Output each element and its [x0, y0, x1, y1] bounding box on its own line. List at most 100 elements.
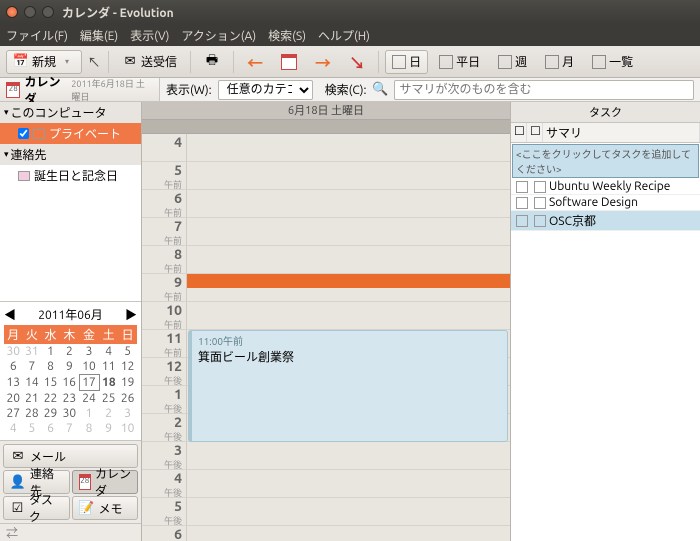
- minical-day[interactable]: 9: [60, 359, 79, 375]
- hour-row[interactable]: 4午後: [142, 470, 510, 498]
- minical-day[interactable]: 21: [23, 391, 42, 407]
- view-list-button[interactable]: 一覧: [585, 50, 640, 74]
- tree-item-private[interactable]: プライベート: [0, 123, 141, 144]
- task-checkbox[interactable]: [516, 197, 528, 209]
- task-row[interactable]: Software Design: [511, 195, 700, 211]
- hour-row[interactable]: 7午前: [142, 218, 510, 246]
- minical-day[interactable]: 3: [79, 344, 99, 359]
- minical-day[interactable]: 8: [41, 359, 60, 375]
- minical-day[interactable]: 20: [4, 391, 23, 407]
- minical-day[interactable]: 14: [23, 375, 42, 391]
- allday-row[interactable]: [142, 120, 510, 134]
- hour-row[interactable]: 3午後: [142, 442, 510, 470]
- minical-day[interactable]: 18: [99, 375, 118, 391]
- minical-day[interactable]: 23: [60, 391, 79, 407]
- minical-day[interactable]: 31: [23, 344, 42, 359]
- tree-group-contacts[interactable]: ▾連絡先: [0, 144, 141, 165]
- minical-day[interactable]: 7: [60, 421, 79, 436]
- task-checkbox[interactable]: [516, 181, 528, 193]
- minical-day[interactable]: 2: [99, 406, 118, 421]
- minical-day[interactable]: 30: [60, 406, 79, 421]
- hour-row[interactable]: 2午後: [142, 414, 510, 442]
- minical-day[interactable]: 26: [118, 391, 137, 407]
- goto-button[interactable]: ↘: [342, 50, 372, 74]
- minical-day[interactable]: 5: [118, 344, 137, 359]
- col-priority[interactable]: ☐: [527, 123, 543, 142]
- menu-file[interactable]: ファイル(F): [6, 27, 68, 44]
- minical-day[interactable]: 25: [99, 391, 118, 407]
- today-button[interactable]: [274, 50, 304, 74]
- minical-day[interactable]: 22: [41, 391, 60, 407]
- menu-search[interactable]: 検索(S): [268, 27, 306, 44]
- minical-day[interactable]: 5: [23, 421, 42, 436]
- menu-help[interactable]: ヘルプ(H): [318, 27, 370, 44]
- view-week-button[interactable]: 週: [491, 50, 534, 74]
- task-checkbox[interactable]: [516, 215, 528, 227]
- hour-row[interactable]: 8午前: [142, 246, 510, 274]
- switch-memos[interactable]: 📝メモ: [72, 496, 139, 520]
- hour-row[interactable]: 6午後: [142, 526, 510, 541]
- col-summary[interactable]: サマリ: [543, 123, 700, 142]
- minical-day[interactable]: 13: [4, 375, 23, 391]
- tree-group-this-computer[interactable]: ▾このコンピュータ: [0, 102, 141, 123]
- hour-row[interactable]: 10午前: [142, 302, 510, 330]
- minical-next[interactable]: ▶: [125, 306, 137, 323]
- hour-row[interactable]: 9午前: [142, 274, 510, 302]
- print-button[interactable]: 🖶: [197, 50, 227, 74]
- task-row[interactable]: OSC京都: [511, 211, 700, 231]
- minical-day[interactable]: 16: [60, 375, 79, 391]
- window-minimize-button[interactable]: [24, 6, 36, 18]
- hour-row[interactable]: 11午前: [142, 330, 510, 358]
- minical-day[interactable]: 30: [4, 344, 23, 359]
- next-button[interactable]: →: [308, 50, 338, 74]
- minical-day[interactable]: 4: [4, 421, 23, 436]
- minical-day[interactable]: 7: [23, 359, 42, 375]
- hour-row[interactable]: 5午後: [142, 498, 510, 526]
- minical-day[interactable]: 10: [118, 421, 137, 436]
- menu-actions[interactable]: アクション(A): [181, 27, 256, 44]
- switch-calendar[interactable]: 28カレンダ: [72, 470, 139, 494]
- task-checkbox[interactable]: [534, 197, 546, 209]
- minical-day[interactable]: 2: [60, 344, 79, 359]
- minical-day[interactable]: 1: [79, 406, 99, 421]
- minical-day[interactable]: 3: [118, 406, 137, 421]
- minical-day[interactable]: 11: [99, 359, 118, 375]
- minical-day[interactable]: 24: [79, 391, 99, 407]
- hour-row[interactable]: 6午前: [142, 190, 510, 218]
- task-row[interactable]: Ubuntu Weekly Recipe: [511, 179, 700, 195]
- col-complete[interactable]: ☐: [511, 123, 527, 142]
- minical-prev[interactable]: ◀: [4, 306, 16, 323]
- minical-day[interactable]: 12: [118, 359, 137, 375]
- minical-table[interactable]: 月火水木金土日303112345678910111213141516171819…: [4, 325, 137, 436]
- minical-day[interactable]: 28: [23, 406, 42, 421]
- minical-day[interactable]: 8: [79, 421, 99, 436]
- minical-day[interactable]: 6: [4, 359, 23, 375]
- view-day-button[interactable]: 日: [385, 50, 428, 74]
- tree-checkbox[interactable]: [18, 128, 29, 139]
- hour-row[interactable]: 4: [142, 134, 510, 162]
- switch-tasks[interactable]: ☑タスク: [3, 496, 70, 520]
- new-button[interactable]: 📅 新規 ▾: [6, 50, 82, 74]
- minical-day[interactable]: 9: [99, 421, 118, 436]
- view-workweek-button[interactable]: 平日: [432, 50, 487, 74]
- minical-day[interactable]: 19: [118, 375, 137, 391]
- tree-item-birthdays[interactable]: 誕生日と記念日: [0, 165, 141, 186]
- menu-view[interactable]: 表示(V): [130, 27, 169, 44]
- task-checkbox[interactable]: [534, 181, 546, 193]
- menu-edit[interactable]: 編集(E): [80, 27, 118, 44]
- minical-day[interactable]: 27: [4, 406, 23, 421]
- hour-row[interactable]: 5午前: [142, 162, 510, 190]
- view-month-button[interactable]: 月: [538, 50, 581, 74]
- minical-day[interactable]: 15: [41, 375, 60, 391]
- prev-button[interactable]: ←: [240, 50, 270, 74]
- minical-day[interactable]: 10: [79, 359, 99, 375]
- hour-row[interactable]: 12午後: [142, 358, 510, 386]
- tasks-add-hint[interactable]: <ここをクリックしてタスクを追加してください>: [512, 144, 699, 178]
- minical-day[interactable]: 4: [99, 344, 118, 359]
- minical-day[interactable]: 1: [41, 344, 60, 359]
- minical-day[interactable]: 6: [41, 421, 60, 436]
- category-select[interactable]: 任意のカテゴリ: [218, 80, 313, 100]
- minical-day[interactable]: 17: [79, 375, 99, 391]
- window-maximize-button[interactable]: [42, 6, 54, 18]
- window-close-button[interactable]: [6, 6, 18, 18]
